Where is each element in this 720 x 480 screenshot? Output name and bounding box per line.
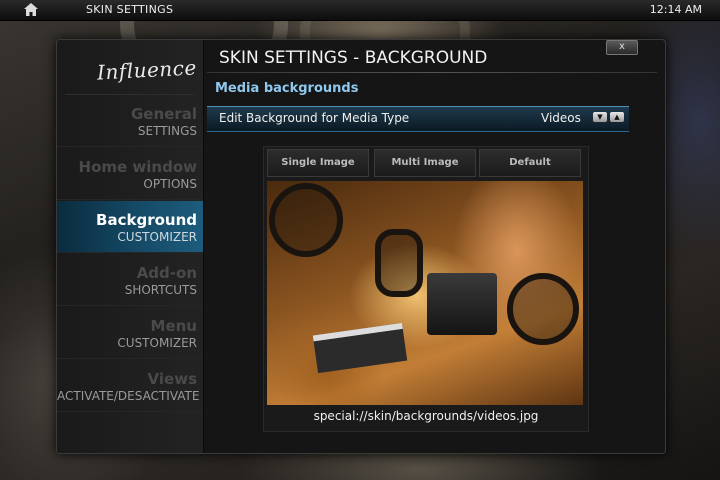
image-path: special://skin/backgrounds/videos.jpg bbox=[313, 409, 539, 423]
background-preview: Single Image Multi Image Default special… bbox=[263, 146, 589, 432]
settings-panel: Influence General SETTINGS Home window O… bbox=[56, 39, 666, 454]
sidebar: Influence General SETTINGS Home window O… bbox=[57, 40, 204, 453]
spin-up-button[interactable]: ▲ bbox=[610, 112, 624, 122]
sidebar-item-label: Menu bbox=[150, 317, 197, 335]
section-header: Media backgrounds bbox=[215, 81, 359, 96]
sidebar-item-sublabel: CUSTOMIZER bbox=[117, 230, 197, 244]
spin-down-button[interactable]: ▼ bbox=[593, 112, 607, 122]
sidebar-item-home-window[interactable]: Home window OPTIONS bbox=[57, 148, 203, 200]
sidebar-item-label: General bbox=[131, 105, 197, 123]
clapperboard-shape bbox=[312, 322, 408, 374]
sidebar-item-add-on[interactable]: Add-on SHORTCUTS bbox=[57, 254, 203, 306]
setting-label: Edit Background for Media Type bbox=[219, 111, 410, 125]
page-title: SKIN SETTINGS - BACKGROUND bbox=[219, 48, 488, 68]
sidebar-item-label: Home window bbox=[78, 158, 197, 176]
top-bar-title: SKIN SETTINGS bbox=[86, 3, 174, 16]
default-button[interactable]: Default bbox=[479, 149, 581, 177]
sidebar-item-sublabel: SETTINGS bbox=[137, 124, 197, 138]
sidebar-item-background[interactable]: Background CUSTOMIZER bbox=[57, 201, 203, 253]
divider bbox=[207, 72, 657, 73]
preview-image bbox=[267, 181, 583, 405]
film-reel-shape bbox=[269, 183, 343, 257]
top-bar: SKIN SETTINGS 12:14 AM bbox=[0, 0, 720, 21]
film-reel-shape bbox=[375, 229, 423, 297]
media-type-setting[interactable]: Edit Background for Media Type Videos ▼ … bbox=[207, 106, 629, 132]
sidebar-item-label: Add-on bbox=[136, 264, 197, 282]
multi-image-button[interactable]: Multi Image bbox=[374, 149, 476, 177]
film-reel-shape bbox=[507, 273, 579, 345]
single-image-button[interactable]: Single Image bbox=[267, 149, 369, 177]
projector-shape bbox=[427, 273, 497, 335]
sidebar-item-general[interactable]: General SETTINGS bbox=[57, 95, 203, 147]
sidebar-item-sublabel: SHORTCUTS bbox=[124, 283, 197, 297]
sidebar-item-menu[interactable]: Menu CUSTOMIZER bbox=[57, 307, 203, 359]
sidebar-item-label: Background bbox=[96, 211, 197, 229]
home-icon[interactable] bbox=[24, 3, 38, 16]
sidebar-item-sublabel: OPTIONS bbox=[143, 177, 197, 191]
sidebar-item-views[interactable]: Views ACTIVATE/DESACTIVATE bbox=[57, 360, 203, 412]
sidebar-item-label: Views bbox=[147, 370, 197, 388]
clock: 12:14 AM bbox=[649, 3, 702, 16]
close-button[interactable]: x bbox=[606, 40, 638, 55]
sidebar-item-sublabel: ACTIVATE/DESACTIVATE bbox=[57, 389, 200, 403]
influence-logo: Influence bbox=[96, 55, 198, 85]
sidebar-item-sublabel: CUSTOMIZER bbox=[117, 336, 197, 350]
setting-value: Videos bbox=[541, 111, 581, 125]
